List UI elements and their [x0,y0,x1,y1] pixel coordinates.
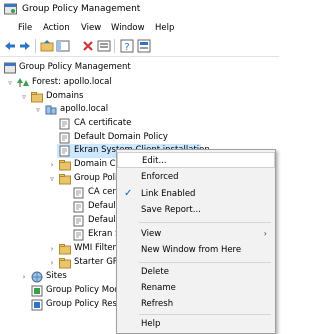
collapse-icon[interactable]: ▿ [34,106,42,114]
menu-view[interactable]: View [81,23,101,33]
tree-label: Group Policy Resu [46,299,123,309]
gpo-link-icon [59,118,70,130]
checkmark-icon: ✓ [124,188,133,199]
expand-icon[interactable]: › [20,273,28,281]
menu-bar: File Action View Window Help [0,20,279,36]
menu-window[interactable]: Window [111,23,145,33]
tree-label: Forest: apollo.local [32,77,112,87]
collapse-icon[interactable]: ▿ [6,79,14,87]
starter-folder-icon [59,258,71,269]
menu-item-view[interactable]: View › [117,226,275,242]
menu-item-edit[interactable]: Edit... [117,152,275,168]
menu-item-save-report[interactable]: Save Report... [117,202,275,218]
gpm-app-icon [4,3,17,15]
submenu-arrow-icon: › [263,229,267,238]
toolbar: ? [0,36,279,57]
tree-label: Domain Co [74,159,121,169]
expand-icon[interactable]: › [48,161,56,169]
tree-label: Default [88,215,120,225]
collapse-icon[interactable]: ▿ [48,175,56,183]
delete-icon[interactable] [81,39,95,53]
toolbar-separator [114,39,115,53]
tree-label: WMI Filter [74,243,116,253]
gpo-link-icon [59,132,70,144]
properties-icon[interactable] [137,39,151,53]
forward-icon[interactable] [18,39,32,53]
collapse-icon[interactable]: ▿ [20,93,28,101]
gpo-icon [73,187,84,199]
menu-item-label: View [141,229,162,239]
menu-separator [139,222,271,223]
back-icon[interactable] [3,39,17,53]
menu-item-label: Help [141,319,161,329]
menu-item-delete[interactable]: Delete [117,264,275,280]
window-title: Group Policy Management [22,4,141,14]
gpo-link-icon [59,145,70,157]
menu-file[interactable]: File [18,23,32,33]
help-icon[interactable]: ? [120,39,134,53]
menu-item-help[interactable]: Help [117,316,275,332]
expand-icon[interactable]: › [48,245,56,253]
context-menu: Edit... Enforced ✓ Link Enabled Save Rep… [116,149,276,334]
menu-separator [139,314,271,315]
tree-label: Default [88,201,120,211]
folder-up-icon[interactable] [40,39,54,53]
tree-label: CA cer [88,187,116,197]
menu-item-enforced[interactable]: Enforced [117,169,275,185]
menu-item-label: Delete [141,267,169,277]
menu-separator [139,262,271,263]
sites-icon [31,271,43,283]
gpo-folder-icon [59,174,71,185]
gpo-icon [73,215,84,227]
menu-item-label: Rename [141,283,176,293]
menu-item-label: Link Enabled [141,189,196,199]
tree-label: Group Poli [74,173,118,183]
menu-item-link-enabled[interactable]: ✓ Link Enabled [117,186,275,202]
show-hide-icon[interactable] [56,39,70,53]
refresh-icon[interactable] [97,39,111,53]
menu-item-label: Refresh [141,299,174,309]
domains-folder-icon [31,92,43,103]
tree-label: Group Policy Management [19,62,131,72]
menu-item-label: Save Report... [141,205,201,215]
gpo-icon [73,229,84,241]
toolbar-separator [35,39,36,53]
tree-label: Sites [46,271,67,281]
wmi-folder-icon [59,244,71,255]
forest-icon [17,78,29,87]
tree-label: Group Policy Mod [46,285,120,295]
menu-action[interactable]: Action [43,23,70,33]
menu-item-rename[interactable]: Rename [117,280,275,296]
menu-item-label: New Window from Here [141,245,242,255]
menu-item-label: Enforced [141,172,179,182]
gpm-root-icon [4,62,16,74]
menu-item-new-window[interactable]: New Window from Here [117,242,275,258]
menu-help[interactable]: Help [155,23,174,33]
tree-label: Default Domain Policy [74,132,168,142]
modeling-icon [31,285,43,297]
ou-folder-icon [59,160,71,171]
menu-item-refresh[interactable]: Refresh [117,296,275,312]
domain-icon [45,105,57,115]
expand-icon[interactable]: › [48,259,56,267]
tree-label: CA certificate [74,118,132,128]
tree-label: apollo.local [60,104,109,114]
results-icon [31,299,43,311]
menu-item-label: Edit... [142,156,167,166]
gpo-icon [73,201,84,213]
tree-label: Domains [46,91,84,101]
svg-text:?: ? [124,42,129,53]
title-bar: Group Policy Management [0,0,279,20]
